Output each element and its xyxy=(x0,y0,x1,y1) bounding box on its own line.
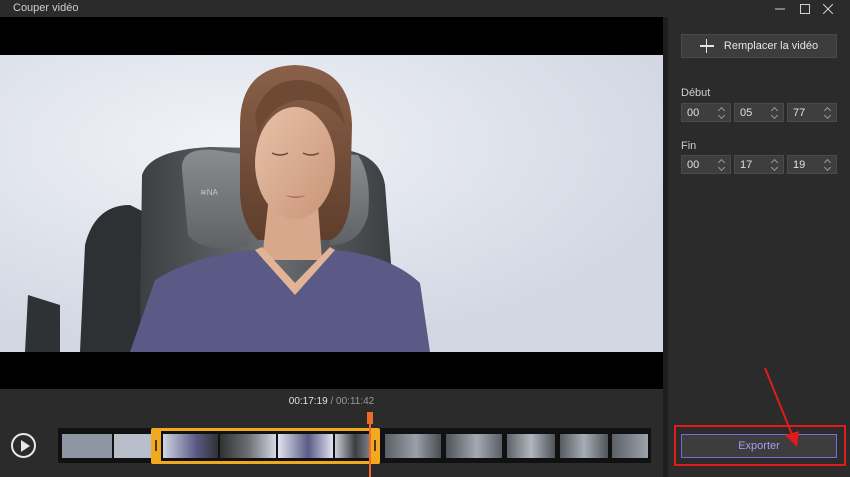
plus-icon xyxy=(699,39,714,53)
video-still-image: ≋NA xyxy=(0,55,663,352)
start-hours-value: 00 xyxy=(687,106,700,119)
video-frame: ≋NA xyxy=(0,55,663,352)
replace-video-button[interactable]: Remplacer la vidéo xyxy=(681,34,837,58)
window-title: Couper vidéo xyxy=(13,2,79,14)
filmstrip-thumbnail xyxy=(612,434,648,458)
filmstrip-thumbnail xyxy=(560,434,608,458)
close-icon xyxy=(823,3,833,14)
end-seconds-value: 19 xyxy=(793,158,806,171)
stepper-arrows-icon[interactable] xyxy=(824,107,832,119)
start-hours-stepper[interactable]: 00 xyxy=(681,103,731,122)
minimize-icon xyxy=(775,8,785,9)
filmstrip-thumbnail xyxy=(385,434,441,458)
playhead-line xyxy=(369,424,371,477)
end-hours-stepper[interactable]: 00 xyxy=(681,155,731,174)
playhead-marker[interactable] xyxy=(367,412,373,424)
filmstrip-thumbnail xyxy=(507,434,555,458)
current-time: 00:17:19 xyxy=(288,396,328,407)
maximize-icon xyxy=(800,3,810,14)
trim-start-handle[interactable] xyxy=(151,428,161,464)
svg-text:≋NA: ≋NA xyxy=(200,188,218,197)
replace-video-label: Remplacer la vidéo xyxy=(723,40,819,52)
start-minutes-value: 05 xyxy=(740,106,753,119)
time-separator: / xyxy=(330,396,334,407)
end-hours-value: 00 xyxy=(687,158,700,171)
end-minutes-stepper[interactable]: 17 xyxy=(734,155,784,174)
annotation-arrow-icon xyxy=(764,367,799,447)
trim-selection[interactable] xyxy=(155,428,378,464)
start-minutes-stepper[interactable]: 05 xyxy=(734,103,784,122)
end-seconds-stepper[interactable]: 19 xyxy=(787,155,837,174)
stepper-arrows-icon[interactable] xyxy=(718,107,726,119)
stepper-arrows-icon[interactable] xyxy=(718,159,726,171)
close-button[interactable] xyxy=(818,1,838,16)
start-label: Début xyxy=(681,87,711,99)
start-seconds-stepper[interactable]: 77 xyxy=(787,103,837,122)
end-minutes-value: 17 xyxy=(740,158,753,171)
filmstrip-thumbnail xyxy=(446,434,502,458)
stepper-arrows-icon[interactable] xyxy=(771,159,779,171)
maximize-button[interactable] xyxy=(795,1,815,16)
stepper-arrows-icon[interactable] xyxy=(824,159,832,171)
stepper-arrows-icon[interactable] xyxy=(771,107,779,119)
filmstrip-thumbnail xyxy=(62,434,112,458)
minimize-button[interactable] xyxy=(770,1,790,16)
start-seconds-value: 77 xyxy=(793,106,806,119)
total-time: 00:11:42 xyxy=(336,396,375,407)
filmstrip-thumbnail xyxy=(114,434,154,458)
end-label: Fin xyxy=(681,140,697,152)
play-button[interactable] xyxy=(11,433,36,458)
trim-end-handle[interactable] xyxy=(370,428,380,464)
video-preview[interactable]: ≋NA xyxy=(0,17,663,389)
crop-video-window: Couper vidéo ≋NA Remplacer la vidéo Débu… xyxy=(0,0,850,477)
title-bar: Couper vidéo xyxy=(0,0,850,17)
time-readout: 00:17:19 / 00:11:42 xyxy=(0,396,663,407)
